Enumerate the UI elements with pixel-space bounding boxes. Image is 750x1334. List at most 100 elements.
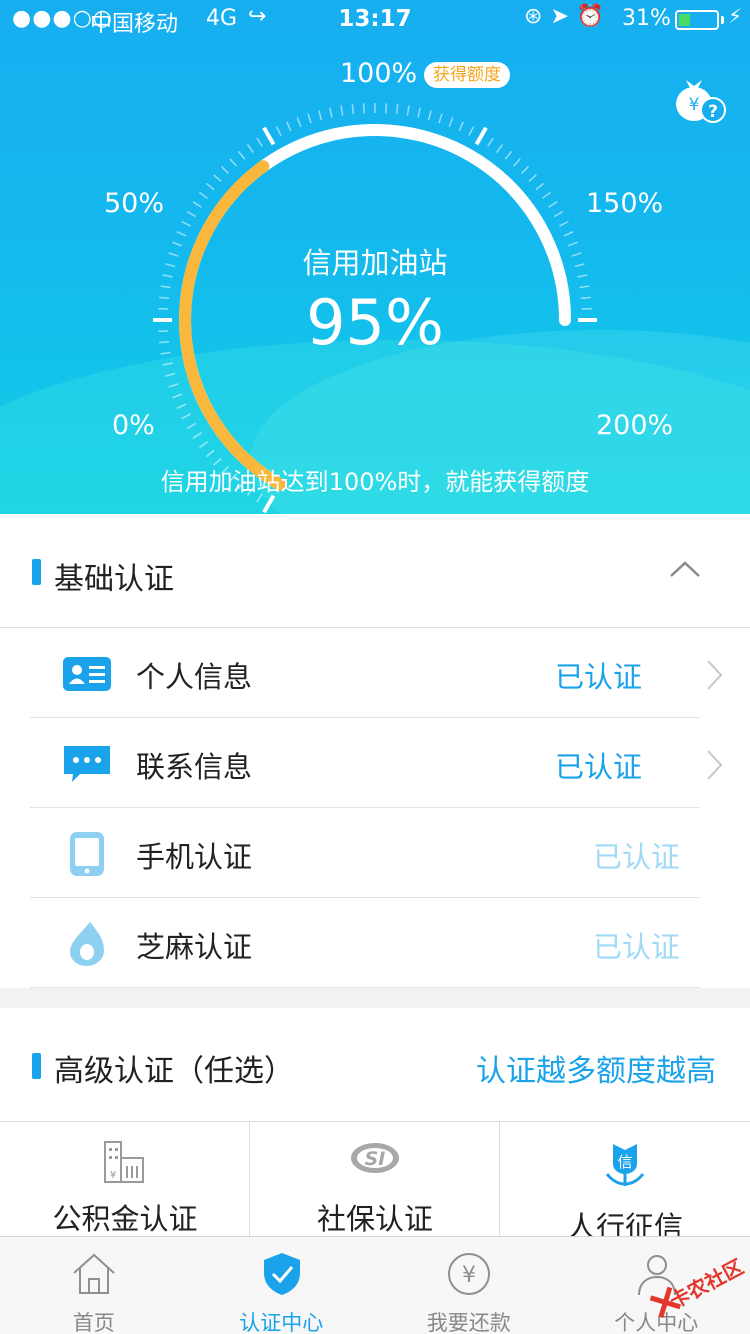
- gauge-minor-tick: [520, 166, 529, 175]
- gauge-minor-tick: [192, 201, 202, 208]
- gauge-minor-tick: [205, 182, 215, 191]
- tab-cert-center[interactable]: 认证中心: [188, 1237, 376, 1334]
- id-card-icon: [63, 657, 111, 691]
- gauge-minor-tick: [221, 166, 230, 175]
- adv-item-label: 公积金认证: [52, 1202, 198, 1236]
- social-insurance-icon: SI: [351, 1143, 399, 1173]
- gauge-minor-tick: [340, 105, 344, 116]
- gauge-minor-tick: [165, 372, 176, 377]
- gauge-minor-tick: [286, 121, 292, 132]
- gauge-minor-tick: [213, 174, 222, 183]
- gauge-hint: 信用加油站达到100%时，就能获得额度: [160, 468, 590, 496]
- gauge-minor-tick: [329, 107, 333, 118]
- svg-text:¥: ¥: [110, 1170, 116, 1181]
- cert-label: 手机认证: [136, 840, 253, 874]
- gauge-minor-tick: [256, 137, 263, 147]
- advanced-cert-grid: ¥ 公积金认证 SI 社保认证 信 人行征信: [0, 1122, 750, 1244]
- gauge-minor-tick: [199, 441, 208, 449]
- basic-cert-title: 基础认证: [54, 562, 174, 597]
- chevron-up-icon[interactable]: [668, 558, 702, 580]
- gauge-minor-tick: [246, 144, 254, 153]
- cert-item-personal-info[interactable]: 个人信息 已认证: [30, 628, 723, 718]
- scale-label-150: 150%: [586, 188, 664, 219]
- basic-cert-header[interactable]: 基础认证: [0, 514, 750, 628]
- building-icon: ¥: [104, 1141, 144, 1183]
- gauge-minor-tick: [181, 413, 191, 420]
- tab-label: 我要还款: [426, 1311, 511, 1334]
- adv-item-housing-fund[interactable]: ¥ 公积金认证: [0, 1122, 250, 1242]
- svg-text:¥: ¥: [462, 1263, 476, 1288]
- svg-text:SI: SI: [365, 1148, 386, 1170]
- cert-label: 个人信息: [136, 660, 253, 694]
- gauge-minor-tick: [296, 117, 302, 128]
- gauge-title: 信用加油站: [302, 246, 448, 280]
- scale-label-50: 50%: [104, 188, 165, 219]
- cert-status: 已认证: [554, 660, 642, 694]
- gauge-major-tick: [474, 126, 488, 146]
- gauge-minor-tick: [307, 113, 312, 124]
- section-accent: [32, 1053, 41, 1079]
- adv-item-label: 社保认证: [316, 1202, 433, 1236]
- gauge-value: 95%: [306, 286, 444, 359]
- gauge-minor-tick: [535, 182, 545, 191]
- gauge-minor-tick: [496, 144, 504, 153]
- gauge-minor-tick: [275, 126, 282, 136]
- gauge-minor-tick: [181, 220, 191, 227]
- tab-home[interactable]: 首页: [0, 1237, 188, 1334]
- cert-label: 芝麻认证: [136, 930, 253, 964]
- sesame-drop-icon: [70, 922, 104, 966]
- gauge-minor-tick: [512, 158, 521, 167]
- chevron-right-icon: [707, 750, 723, 780]
- gauge-minor-tick: [553, 210, 564, 218]
- gauge-minor-tick: [362, 103, 365, 114]
- cert-item-phone[interactable]: 手机认证 已认证: [30, 808, 700, 898]
- gauge-major-tick: [262, 494, 276, 514]
- svg-text:信: 信: [617, 1153, 632, 1171]
- gauge-minor-tick: [417, 107, 421, 118]
- yen-icon: ¥: [448, 1253, 490, 1295]
- advanced-cert-title: 高级认证（任选）: [54, 1054, 294, 1089]
- gauge-minor-tick: [395, 104, 399, 115]
- credit-flower-icon: 信: [605, 1144, 645, 1186]
- phone-icon: [70, 832, 104, 876]
- gauge-minor-tick: [351, 104, 355, 115]
- cert-label: 联系信息: [136, 750, 253, 784]
- gauge-minor-tick: [448, 117, 454, 128]
- tab-label: 认证中心: [239, 1311, 324, 1334]
- gauge-minor-tick: [458, 121, 464, 132]
- cert-status: 已认证: [554, 750, 642, 784]
- adv-item-social-insurance[interactable]: SI 社保认证: [250, 1122, 500, 1242]
- quota-badge: 获得额度: [424, 62, 510, 88]
- gauge-minor-tick: [176, 403, 187, 409]
- chevron-right-icon: [707, 660, 723, 690]
- adv-item-pboc-credit[interactable]: 信 人行征信: [500, 1122, 750, 1244]
- credit-header: ●●●○○ 中国移动 4G ↪ 13:17 ⊛➤⏰ 31% ⚡ ¥ ? 100%…: [0, 0, 750, 514]
- cert-item-sesame[interactable]: 芝麻认证 已认证: [30, 898, 700, 988]
- gauge-minor-tick: [487, 137, 494, 147]
- credit-gauge: 100% 获得额度 50% 150% 0% 200% 信用加油站 95% 信用加…: [0, 0, 750, 514]
- scale-label-0: 0%: [112, 410, 155, 441]
- cert-status: 已认证: [592, 840, 680, 874]
- gauge-minor-tick: [176, 231, 187, 237]
- tab-repay[interactable]: ¥ 我要还款: [375, 1237, 563, 1334]
- cert-status: 已认证: [592, 930, 680, 964]
- gauge-minor-tick: [172, 393, 183, 399]
- gauge-minor-tick: [438, 113, 443, 124]
- cert-item-contact-info[interactable]: 联系信息 已认证: [30, 718, 723, 808]
- gauge-minor-tick: [186, 210, 197, 218]
- gauge-minor-tick: [406, 105, 410, 116]
- gauge-major-tick: [262, 126, 276, 146]
- tab-bar: 首页 认证中心 ¥ 我要还款 个人中心: [0, 1236, 750, 1334]
- gauge-minor-tick: [504, 150, 513, 160]
- scale-label-200: 200%: [596, 410, 674, 441]
- gauge-minor-tick: [542, 191, 551, 199]
- gauge-minor-tick: [199, 191, 208, 199]
- gauge-minor-tick: [162, 362, 173, 366]
- gauge-minor-tick: [548, 201, 558, 208]
- gauge-minor-tick: [186, 422, 197, 430]
- gauge-minor-tick: [559, 220, 569, 227]
- chat-bubble-icon: [64, 746, 110, 782]
- shield-icon: [263, 1253, 300, 1295]
- gauge-minor-tick: [229, 158, 238, 167]
- gauge-minor-tick: [192, 432, 202, 439]
